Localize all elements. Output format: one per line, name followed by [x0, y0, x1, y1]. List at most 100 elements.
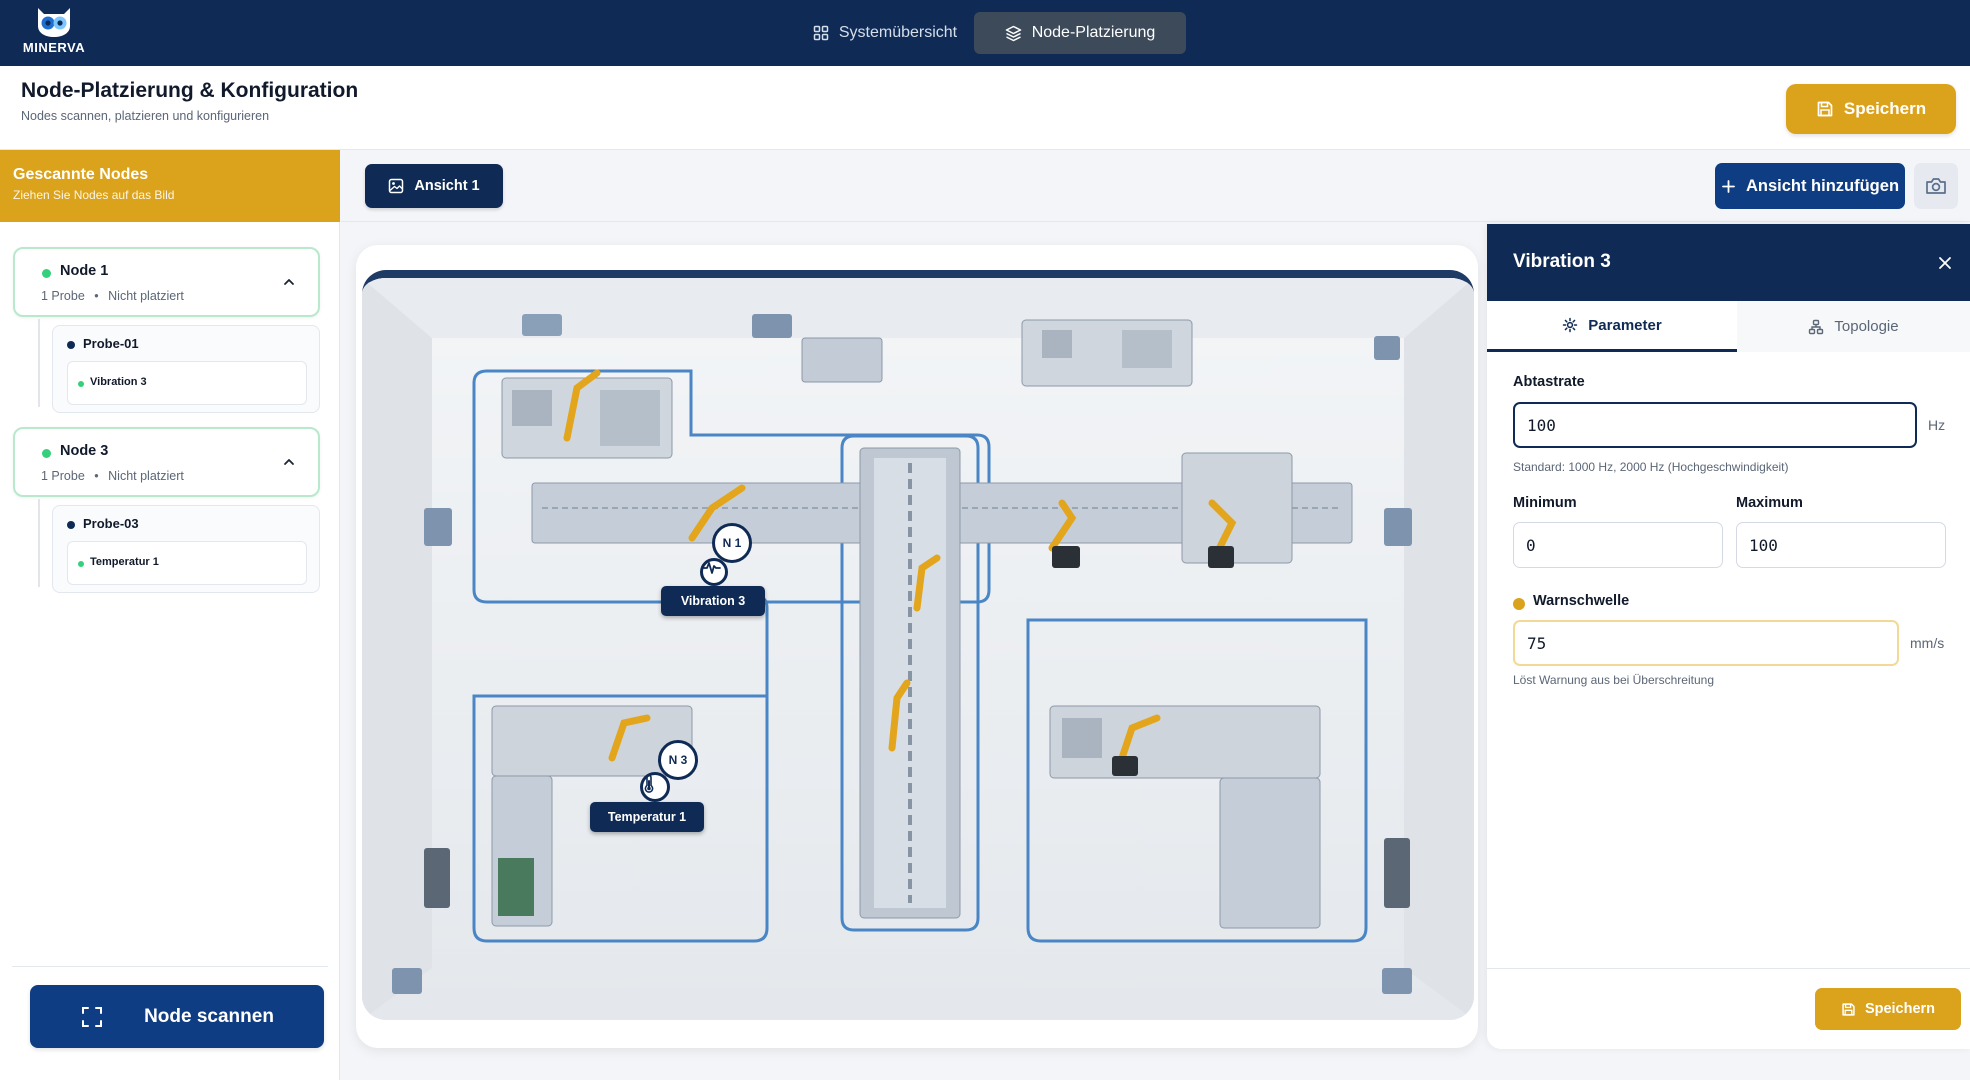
- tab-topologie[interactable]: Topologie: [1737, 301, 1970, 352]
- node-meta: 1 Probe • Nicht platziert: [41, 469, 184, 483]
- factory-floor-illustration: [362, 278, 1474, 1020]
- activity-pulse-icon: [703, 562, 721, 574]
- probe-dot: [67, 341, 75, 349]
- probe-probe-01[interactable]: Probe-01 Vibration 3: [52, 325, 320, 413]
- meta-separator: •: [94, 469, 99, 483]
- sidebar-title: Gescannte Nodes: [13, 166, 149, 183]
- sensor-tag-vibration-3[interactable]: Vibration 3: [661, 586, 765, 616]
- probe-name: Probe-01: [83, 336, 139, 351]
- image-icon: [389, 178, 404, 194]
- sensor-dot: [78, 381, 84, 387]
- save-icon: [1817, 101, 1833, 117]
- camera-icon: [1926, 178, 1946, 194]
- save-icon: [1842, 1002, 1855, 1016]
- node-placement-status: Nicht platziert: [108, 469, 184, 483]
- warning-threshold-label: Warnschwelle: [1533, 593, 1630, 609]
- floor-plan-image[interactable]: N 1 Vibration 3 N 3 Temperatur 1: [362, 270, 1474, 1020]
- tab-parameter[interactable]: Parameter: [1487, 301, 1737, 352]
- layers-icon: [1005, 25, 1021, 41]
- scan-node-button[interactable]: Node scannen: [30, 985, 324, 1048]
- sensor-chip-temperatur-1[interactable]: Temperatur 1: [67, 541, 307, 585]
- panel-save-button-label: Speichern: [1864, 1001, 1936, 1017]
- tab-topologie-label: Topologie: [1834, 318, 1899, 335]
- sensor-tag-temperatur-1[interactable]: Temperatur 1: [590, 802, 704, 832]
- minimum-label: Minimum: [1513, 495, 1577, 511]
- minimum-input[interactable]: [1513, 522, 1723, 568]
- node-placement-status: Nicht platziert: [108, 289, 184, 303]
- page-title: Node-Platzierung & Konfiguration: [21, 79, 359, 102]
- warning-indicator-dot: [1513, 598, 1525, 610]
- node-meta: 1 Probe • Nicht platziert: [41, 289, 184, 303]
- sensor-name: Vibration 3: [90, 376, 147, 388]
- close-panel-button[interactable]: [1932, 250, 1958, 276]
- warning-threshold-unit: mm/s: [1910, 635, 1945, 651]
- node-card-node-1[interactable]: Node 1 1 Probe • Nicht platziert: [13, 247, 320, 317]
- node-status-dot: [42, 449, 51, 458]
- camera-button[interactable]: [1914, 163, 1958, 209]
- panel-save-button[interactable]: Speichern: [1815, 988, 1961, 1030]
- brand-name: MINERVA: [22, 40, 86, 55]
- tab-systemuebersicht[interactable]: Systemübersicht: [795, 12, 975, 54]
- panel-footer-divider: [1487, 968, 1970, 969]
- close-icon: [1939, 257, 1951, 269]
- plus-icon: [1722, 179, 1735, 193]
- scan-node-button-label: Node scannen: [144, 1005, 274, 1027]
- sensor-chip-vibration-3[interactable]: Vibration 3: [67, 361, 307, 405]
- top-navigation-bar: MINERVA Systemübersicht Node-Platzierung: [0, 0, 1970, 66]
- tree-connector: [38, 499, 40, 587]
- maximum-label: Maximum: [1736, 495, 1803, 511]
- sidebar-subtitle: Ziehen Sie Nodes auf das Bild: [13, 188, 175, 202]
- node-probe-count: 1 Probe: [41, 469, 85, 483]
- brand-logo[interactable]: MINERVA: [22, 4, 86, 62]
- grid-icon: [813, 25, 829, 41]
- sensor-detail-panel: Vibration 3 Parameter Topologie Abtastra: [1487, 224, 1970, 1049]
- chevron-up-icon[interactable]: [282, 455, 296, 469]
- maximum-input[interactable]: [1736, 522, 1946, 568]
- save-button[interactable]: Speichern: [1786, 84, 1956, 134]
- warning-threshold-input[interactable]: [1513, 620, 1899, 666]
- scanned-nodes-sidebar: Gescannte Nodes Ziehen Sie Nodes auf das…: [0, 150, 340, 1080]
- chevron-up-icon[interactable]: [282, 275, 296, 289]
- node-card-node-3[interactable]: Node 3 1 Probe • Nicht platziert: [13, 427, 320, 497]
- sample-rate-unit: Hz: [1928, 417, 1946, 433]
- page-subtitle: Nodes scannen, platzieren und konfigurie…: [21, 109, 270, 123]
- probe-probe-03[interactable]: Probe-03 Temperatur 1: [52, 505, 320, 593]
- view-toolbar: Ansicht 1 Ansicht hinzufügen: [341, 150, 1970, 222]
- page-header: Node-Platzierung & Konfiguration Nodes s…: [0, 66, 1970, 150]
- sensor-dot: [78, 561, 84, 567]
- gear-icon: [1563, 317, 1578, 333]
- sample-rate-input[interactable]: [1513, 402, 1917, 448]
- warning-threshold-hint: Löst Warnung aus bei Überschreitung: [1513, 673, 1714, 687]
- view-tab-ansicht-1[interactable]: Ansicht 1: [365, 164, 503, 208]
- sidebar-divider: [12, 966, 328, 967]
- scan-icon: [82, 1006, 103, 1027]
- sample-rate-label: Abtastrate: [1513, 374, 1585, 390]
- node-marker-n1[interactable]: N 1: [712, 523, 752, 563]
- sidebar-header: Gescannte Nodes Ziehen Sie Nodes auf das…: [0, 150, 340, 222]
- tab-systemuebersicht-label: Systemübersicht: [838, 24, 958, 41]
- topology-icon: [1809, 319, 1824, 334]
- tab-parameter-label: Parameter: [1588, 316, 1662, 334]
- tree-connector: [38, 319, 40, 407]
- probe-name: Probe-03: [83, 516, 139, 531]
- panel-title: Vibration 3: [1513, 251, 1611, 272]
- add-view-button[interactable]: Ansicht hinzufügen: [1715, 163, 1905, 209]
- probe-dot: [67, 521, 75, 529]
- temperature-sensor-marker[interactable]: [640, 772, 670, 802]
- save-button-label: Speichern: [1843, 99, 1927, 118]
- view-tab-label: Ansicht 1: [414, 178, 480, 194]
- owl-logo-icon: [38, 8, 70, 37]
- meta-separator: •: [94, 289, 99, 303]
- add-view-button-label: Ansicht hinzufügen: [1745, 176, 1900, 195]
- panel-tabs: Parameter Topologie: [1487, 301, 1970, 352]
- tab-node-platzierung-label: Node-Platzierung: [1031, 24, 1156, 41]
- thermometer-icon: [644, 775, 654, 793]
- node-name: Node 1: [60, 263, 109, 279]
- sensor-name: Temperatur 1: [90, 556, 159, 568]
- vibration-sensor-marker[interactable]: [700, 558, 728, 586]
- node-status-dot: [42, 269, 51, 278]
- sample-rate-hint: Standard: 1000 Hz, 2000 Hz (Hochgeschwin…: [1513, 460, 1789, 474]
- node-name: Node 3: [60, 443, 109, 459]
- node-probe-count: 1 Probe: [41, 289, 85, 303]
- tab-node-platzierung[interactable]: Node-Platzierung: [974, 12, 1186, 54]
